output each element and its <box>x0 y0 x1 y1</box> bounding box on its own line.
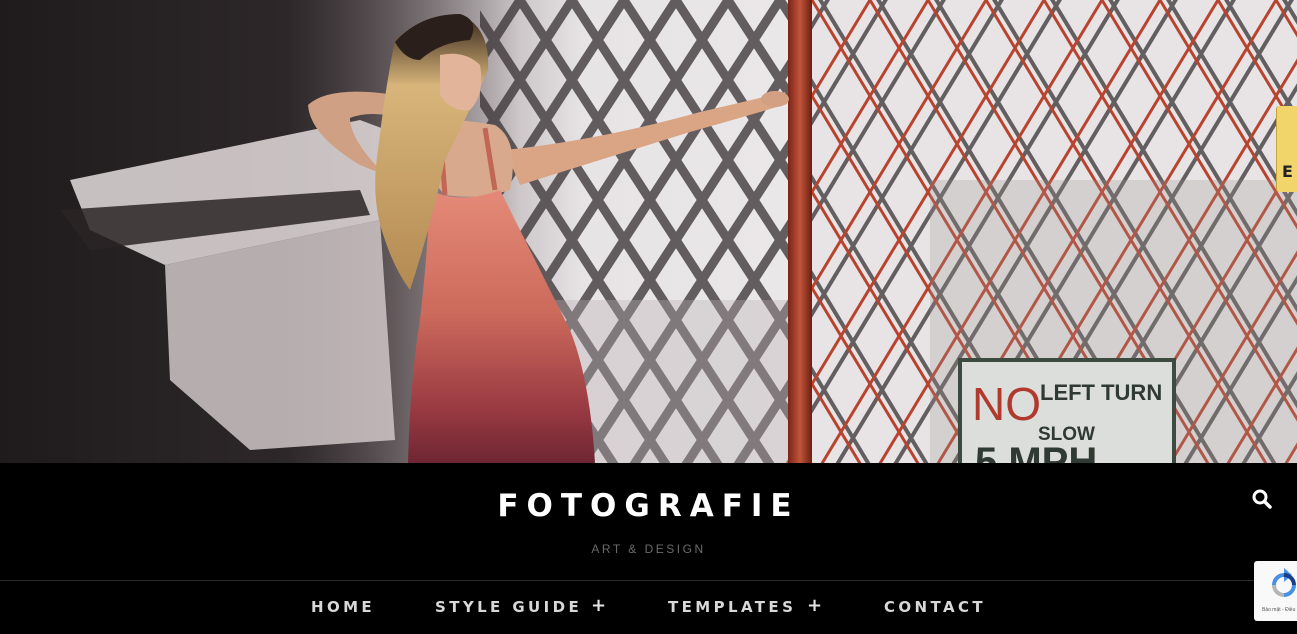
sign: NO LEFT TURN SLOW 5 MPH <box>958 358 1176 463</box>
main-navigation: HOME STYLE GUIDE + TEMPLATES + CONTACT <box>0 581 1297 634</box>
site-header: FOTOGRAFIE ART & DESIGN <box>0 463 1297 580</box>
search-icon[interactable] <box>1251 488 1273 510</box>
page: NO LEFT TURN SLOW 5 MPH E FOTOGRAFIE ART… <box>0 0 1297 634</box>
site-tagline: ART & DESIGN <box>591 542 706 556</box>
style-guide-submenu-plus-icon[interactable]: + <box>591 597 606 615</box>
recaptcha-privacy-text[interactable]: Bảo mật - Điều <box>1262 607 1295 613</box>
templates-submenu-plus-icon[interactable]: + <box>807 597 822 615</box>
nav-item-style-guide[interactable]: STYLE GUIDE <box>435 598 582 616</box>
nav-item-templates[interactable]: TEMPLATES <box>668 598 796 616</box>
site-title[interactable]: FOTOGRAFIE <box>0 488 1297 524</box>
side-panel-tab-label: E <box>1282 162 1293 181</box>
side-panel-tab[interactable]: E <box>1276 106 1297 192</box>
recaptcha-logo-icon <box>1272 568 1296 597</box>
nav-item-contact[interactable]: CONTACT <box>884 598 986 616</box>
svg-text:LEFT TURN: LEFT TURN <box>1040 380 1162 405</box>
recaptcha-badge[interactable]: Bảo mật - Điều <box>1254 561 1297 621</box>
hero-image: NO LEFT TURN SLOW 5 MPH E <box>0 0 1297 463</box>
svg-text:5 MPH: 5 MPH <box>975 440 1097 463</box>
hero-photo: NO LEFT TURN SLOW 5 MPH <box>0 0 1297 463</box>
nav-item-home[interactable]: HOME <box>311 598 375 616</box>
svg-text:NO: NO <box>972 378 1041 430</box>
